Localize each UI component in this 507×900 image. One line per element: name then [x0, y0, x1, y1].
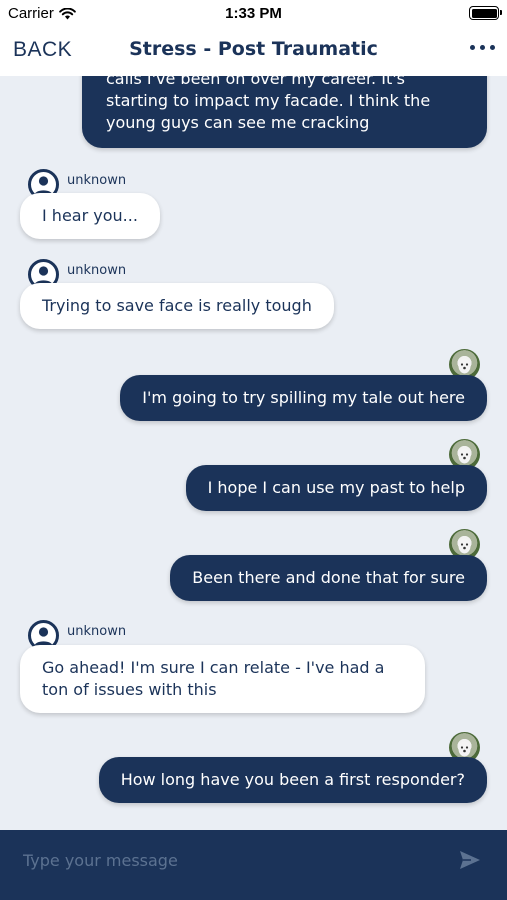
status-bar: Carrier 1:33 PM — [0, 0, 507, 28]
send-icon[interactable] — [459, 850, 481, 870]
incoming-message: Go ahead! I'm sure I can relate - I've h… — [20, 645, 425, 713]
nav-bar: BACK Stress - Post Traumatic — [0, 28, 507, 76]
outgoing-message: calls I've been on over my career. It's … — [82, 76, 487, 148]
outgoing-message: I hope I can use my past to help — [185, 465, 487, 511]
page-title: Stress - Post Traumatic — [129, 38, 378, 60]
message-list[interactable]: calls I've been on over my career. It's … — [0, 76, 507, 830]
outgoing-message: I'm going to try spilling my tale out he… — [120, 375, 487, 421]
outgoing-message: Been there and done that for sure — [170, 555, 487, 601]
outgoing-message: How long have you been a first responder… — [98, 757, 487, 803]
ellipsis-icon[interactable] — [470, 45, 495, 50]
sender-name: unknown — [67, 624, 127, 639]
battery-icon — [469, 6, 502, 20]
incoming-message: Trying to save face is really tough — [20, 283, 334, 329]
sender-name: unknown — [67, 173, 127, 188]
message-composer — [0, 830, 507, 900]
message-input[interactable] — [23, 830, 443, 890]
incoming-message: I hear you... — [20, 193, 160, 239]
clock: 1:33 PM — [225, 5, 282, 22]
sender-name: unknown — [67, 263, 127, 278]
